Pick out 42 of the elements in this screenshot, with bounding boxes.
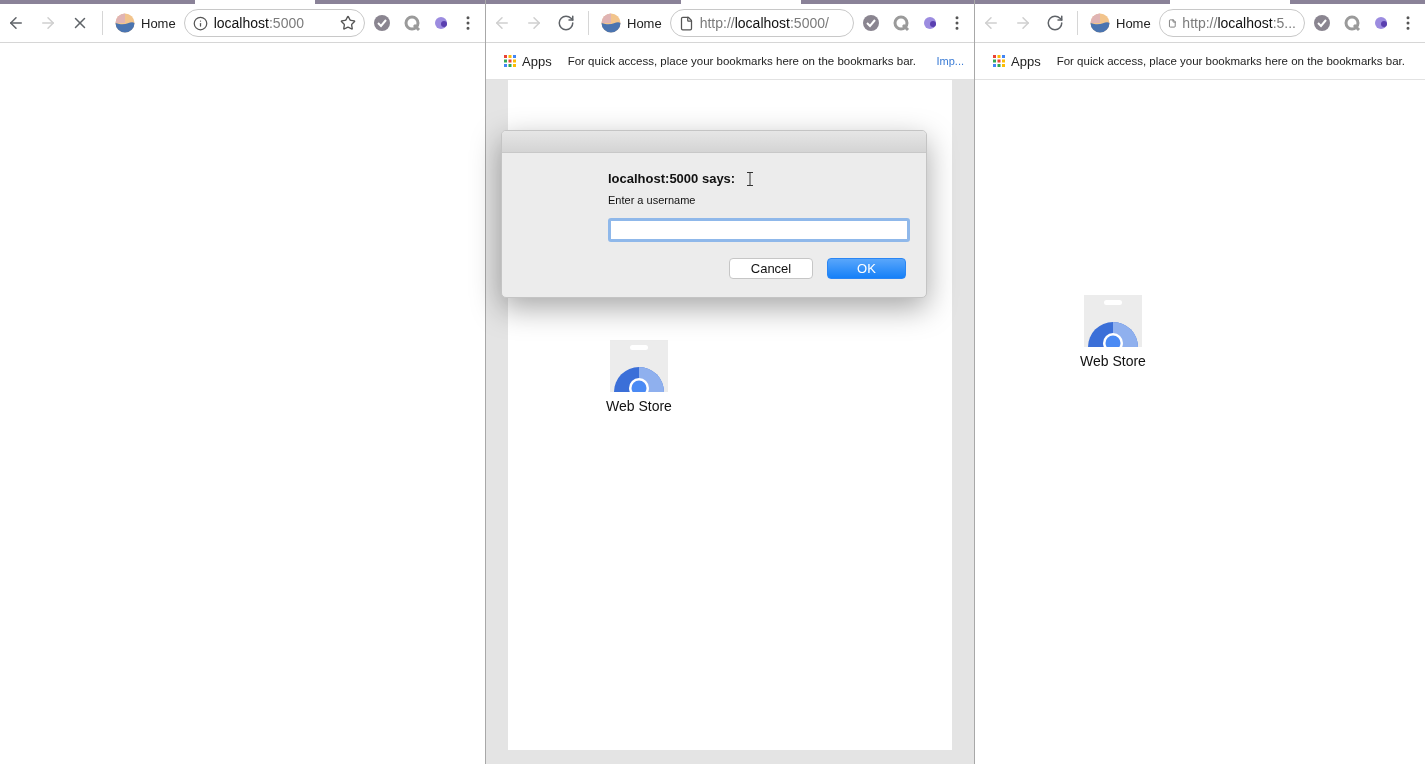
url-text: http://localhost:5... bbox=[1182, 15, 1296, 31]
address-bar[interactable]: localhost:5000 bbox=[183, 9, 365, 37]
home-button[interactable]: Home bbox=[597, 13, 666, 33]
import-link[interactable]: Imp... bbox=[936, 55, 964, 67]
check-circle-icon[interactable] bbox=[862, 14, 880, 32]
apps-button[interactable]: Apps bbox=[993, 53, 1041, 69]
bookmarks-hint: For quick access, place your bookmarks here on the bookmarks bar. bbox=[1056, 55, 1405, 67]
check-circle-icon[interactable] bbox=[373, 14, 391, 32]
reload-icon bbox=[1046, 14, 1064, 32]
swirl-logo-icon bbox=[1090, 13, 1110, 33]
info-icon bbox=[192, 15, 208, 31]
q-letter-icon[interactable] bbox=[403, 14, 421, 32]
arrow-icon bbox=[525, 14, 543, 32]
dialog-message: Enter a username bbox=[608, 194, 697, 206]
shopping-bag-icon bbox=[1083, 295, 1142, 347]
cancel-button[interactable]: Cancel bbox=[729, 258, 813, 279]
home-button[interactable]: Home bbox=[111, 13, 180, 33]
app-tile[interactable]: Web Store bbox=[1080, 295, 1146, 369]
star-icon[interactable] bbox=[340, 15, 356, 31]
address-bar[interactable]: http://localhost:5... bbox=[1158, 9, 1305, 37]
check-circle-icon[interactable] bbox=[1313, 14, 1331, 32]
swirl-logo-icon bbox=[115, 13, 135, 33]
url-text: http://localhost:5000/ bbox=[699, 15, 829, 31]
page-icon bbox=[678, 15, 694, 31]
arrow-icon bbox=[39, 14, 57, 32]
apps-button[interactable]: Apps bbox=[504, 53, 552, 69]
q-letter-icon[interactable] bbox=[1343, 14, 1361, 32]
text-cursor-icon bbox=[747, 171, 754, 186]
bookmarks-hint: For quick access, place your bookmarks here on the bookmarks bar. bbox=[567, 55, 916, 67]
address-bar[interactable]: http://localhost:5000/ bbox=[669, 9, 854, 37]
username-input[interactable] bbox=[608, 218, 910, 242]
app-tile[interactable]: Web Store bbox=[606, 340, 672, 414]
arrow-icon bbox=[1014, 14, 1032, 32]
reload-icon bbox=[557, 14, 575, 32]
grid-icon bbox=[993, 55, 1005, 67]
dialog-title: localhost:5000 says: bbox=[608, 171, 736, 186]
shopping-bag-icon bbox=[609, 340, 668, 392]
swirl-logo-icon bbox=[601, 13, 621, 33]
q-letter-icon[interactable] bbox=[892, 14, 910, 32]
home-button[interactable]: Home bbox=[1086, 13, 1155, 33]
grid-icon bbox=[504, 55, 516, 67]
url-text: localhost:5000 bbox=[213, 15, 304, 31]
